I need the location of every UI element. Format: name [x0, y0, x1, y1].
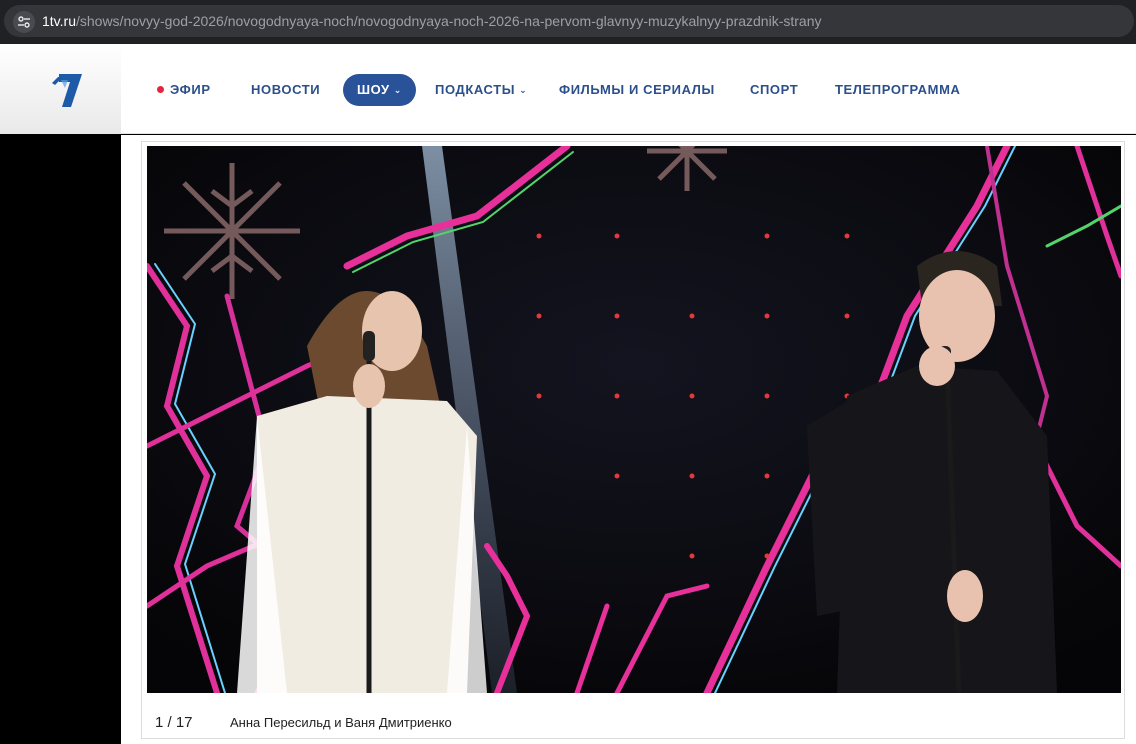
left-gutter [0, 135, 121, 744]
nav-item-shows[interactable]: ШОУ ⌄ [343, 74, 416, 106]
main-content: 1 / 17 Анна Пересильд и Ваня Дмитриенко [121, 135, 1136, 744]
chevron-down-icon: ⌄ [393, 85, 402, 95]
site-settings-icon[interactable] [13, 11, 35, 33]
gallery-caption-row: 1 / 17 Анна Пересильд и Ваня Дмитриенко [142, 702, 1124, 738]
live-dot-icon [157, 86, 164, 93]
slide-counter: 1 / 17 [155, 714, 193, 731]
url-text[interactable]: 1tv.ru/shows/novyy-god-2026/novogodnyaya… [42, 13, 822, 29]
browser-address-bar: 1tv.ru/shows/novyy-god-2026/novogodnyaya… [0, 0, 1136, 44]
nav-item-news[interactable]: НОВОСТИ [251, 74, 320, 106]
nav-label: ФИЛЬМЫ И СЕРИАЛЫ [559, 82, 715, 97]
nav-label: ТЕЛЕПРОГРАММА [835, 82, 961, 97]
url-field[interactable]: 1tv.ru/shows/novyy-god-2026/novogodnyaya… [4, 5, 1134, 37]
url-domain: 1tv.ru [42, 13, 76, 29]
logo-link[interactable] [0, 44, 121, 134]
nav-label: ЭФИР [170, 82, 211, 97]
nav-item-sport[interactable]: СПОРТ [750, 74, 798, 106]
chevron-down-icon: ⌄ [519, 85, 528, 95]
nav-label: СПОРТ [750, 82, 799, 97]
stage-performance-image [147, 146, 1121, 693]
site-header: ЭФИР НОВОСТИ ШОУ ⌄ ПОДКАСТЫ ⌄ ФИЛЬМЫ И СЕР… [0, 44, 1136, 134]
gallery-photo[interactable] [147, 146, 1121, 693]
nav-label: ПОДКАСТЫ [435, 82, 516, 97]
url-path: /shows/novyy-god-2026/novogodnyaya-noch/… [75, 13, 822, 29]
channel-one-logo [52, 74, 82, 107]
nav-item-podcasts[interactable]: ПОДКАСТЫ ⌄ [435, 74, 527, 106]
nav-label: ШОУ [357, 82, 390, 97]
photo-caption: Анна Пересильд и Ваня Дмитриенко [230, 715, 452, 730]
photo-gallery: 1 / 17 Анна Пересильд и Ваня Дмитриенко [141, 141, 1125, 739]
nav-item-efir[interactable]: ЭФИР [157, 74, 211, 106]
nav-item-films[interactable]: ФИЛЬМЫ И СЕРИАЛЫ [559, 74, 715, 106]
nav-item-tv-program[interactable]: ТЕЛЕПРОГРАММА [835, 74, 961, 106]
nav-label: НОВОСТИ [251, 82, 321, 97]
